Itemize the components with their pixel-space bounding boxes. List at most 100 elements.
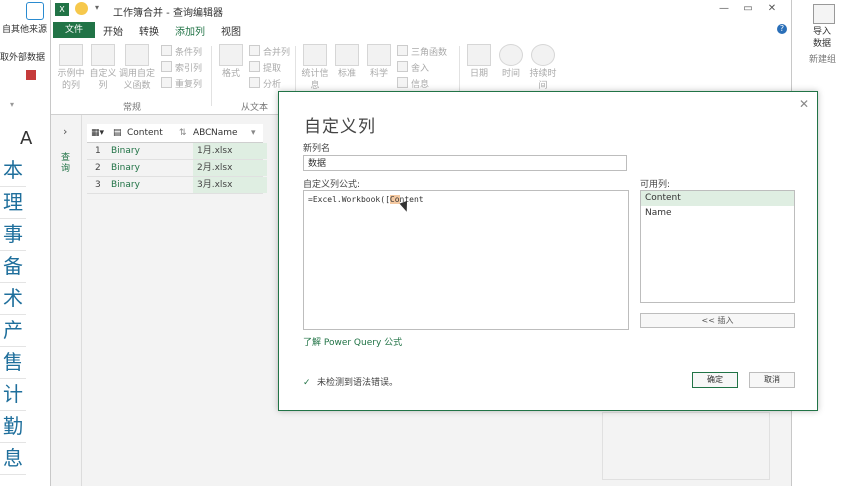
information-button[interactable]: 信息: [397, 77, 429, 90]
ok-button[interactable]: 确定: [692, 372, 738, 388]
expand-column-icon[interactable]: ⇅: [179, 124, 187, 142]
binary-type-icon[interactable]: ▤: [113, 124, 122, 142]
group-general-label: 常规: [123, 103, 142, 113]
conditional-column-button[interactable]: 条件列: [161, 45, 202, 58]
cell[interactable]: 计: [0, 378, 26, 411]
example-column-icon: [59, 44, 83, 66]
tab-transform[interactable]: 转换: [139, 23, 159, 38]
cell[interactable]: 售: [0, 346, 26, 379]
cell[interactable]: 本: [0, 154, 26, 187]
table-row[interactable]: 1 Binary 1月.xlsx: [87, 143, 267, 160]
available-column-name[interactable]: Name: [641, 206, 794, 221]
index-column-icon: [161, 61, 172, 72]
invoke-function-button[interactable]: 调用自定义函数: [117, 44, 157, 92]
statistics-button[interactable]: 统计信息: [299, 44, 331, 92]
learn-power-query-link[interactable]: 了解 Power Query 公式: [303, 335, 402, 348]
table-menu-icon[interactable]: ▦▾: [91, 124, 104, 142]
duration-button[interactable]: 持续时间: [527, 44, 559, 92]
standard-button[interactable]: 标准: [331, 44, 363, 80]
close-icon[interactable]: ✕: [799, 97, 809, 111]
syntax-status: ✓ 未检测到语法错误。: [303, 375, 398, 388]
column-header-name[interactable]: Name: [211, 124, 238, 142]
window-title: 工作簿合并 - 查询编辑器: [113, 8, 223, 19]
quick-access-chevron-icon[interactable]: ▾: [95, 3, 99, 12]
formula-prefix: =Excel.Workbook([: [308, 195, 390, 204]
example-column-button[interactable]: 示例中的列: [55, 44, 87, 92]
parse-icon: [249, 77, 260, 88]
cell[interactable]: 术: [0, 282, 26, 315]
extract-button[interactable]: 提取: [249, 61, 281, 74]
merge-columns-icon: [249, 45, 260, 56]
conditional-column-icon: [161, 45, 172, 56]
tab-home[interactable]: 开始: [103, 23, 123, 38]
formula-editor[interactable]: =Excel.Workbook([Content: [303, 190, 629, 330]
scientific-button[interactable]: 科学: [363, 44, 395, 80]
power-icon: [367, 44, 391, 66]
new-column-name-input[interactable]: 数据: [303, 155, 627, 171]
row-index: 1: [95, 146, 101, 156]
cell-content[interactable]: Binary: [111, 160, 140, 176]
insert-button[interactable]: << 插入: [640, 313, 795, 328]
close-icon[interactable]: ✕: [759, 2, 785, 16]
chevron-down-icon[interactable]: ▾: [10, 100, 14, 109]
time-button[interactable]: 时间: [495, 44, 527, 80]
cell-name[interactable]: 3月.xlsx: [193, 177, 267, 193]
cell-content[interactable]: Binary: [111, 177, 140, 193]
table-header: ▦▾ ▤ Content ⇅ ABC Name ▾: [87, 124, 263, 143]
format-label: 格式: [221, 69, 240, 79]
cell[interactable]: 勤: [0, 410, 26, 443]
save-icon[interactable]: [26, 70, 36, 80]
rounding-button[interactable]: 舍入: [397, 61, 429, 74]
tab-file[interactable]: 文件: [53, 22, 95, 38]
index-column-button[interactable]: 索引列: [161, 61, 202, 74]
info-icon: [397, 77, 408, 88]
cell[interactable]: 备: [0, 250, 26, 283]
merge-columns-button[interactable]: 合并列: [249, 45, 290, 58]
cell[interactable]: 事: [0, 218, 26, 251]
maximize-icon[interactable]: ▭: [735, 2, 761, 16]
cell-content[interactable]: Binary: [111, 143, 140, 159]
parse-button[interactable]: 分析: [249, 77, 281, 90]
example-column-label: 示例中的列: [57, 69, 85, 91]
clock-icon: [499, 44, 523, 66]
trigonometry-button[interactable]: 三角函数: [397, 45, 447, 58]
ext-label-2: 取外部数据: [0, 53, 46, 63]
information-label: 信息: [411, 80, 430, 90]
tab-view[interactable]: 视图: [221, 23, 241, 38]
text-type-icon[interactable]: ABC: [193, 124, 211, 142]
ext-label-1: 自其他来源: [2, 25, 48, 35]
divider: [211, 46, 212, 106]
data-source-icon: [26, 2, 44, 20]
table-row[interactable]: 2 Binary 2月.xlsx: [87, 160, 267, 177]
cancel-button[interactable]: 取消: [749, 372, 795, 388]
cell-name[interactable]: 1月.xlsx: [193, 143, 267, 159]
filter-dropdown-icon[interactable]: ▾: [251, 124, 256, 142]
custom-column-button[interactable]: 自定义列: [87, 44, 119, 92]
table-row[interactable]: 3 Binary 3月.xlsx: [87, 177, 267, 194]
smiley-icon[interactable]: [75, 2, 88, 15]
format-button[interactable]: 格式: [215, 44, 247, 80]
row-index: 3: [95, 180, 101, 190]
date-button[interactable]: 日期: [463, 44, 495, 80]
merge-columns-label: 合并列: [263, 48, 291, 58]
column-header-a[interactable]: A: [20, 128, 32, 149]
queries-pane-label[interactable]: 查询: [61, 153, 71, 175]
dialog-title: 自定义列: [304, 117, 376, 137]
cell[interactable]: 理: [0, 186, 26, 219]
expand-chevron-icon[interactable]: ›: [63, 125, 67, 138]
formula-label: 自定义列公式:: [303, 180, 361, 190]
cell-name[interactable]: 2月.xlsx: [193, 160, 267, 176]
tab-add-column[interactable]: 添加列: [175, 23, 205, 38]
cell[interactable]: 产: [0, 314, 26, 347]
status-text: 未检测到语法错误。: [317, 378, 399, 388]
cell[interactable]: 息: [0, 442, 26, 475]
format-icon: [219, 44, 243, 66]
row-index: 2: [95, 163, 101, 173]
checkmark-icon: ✓: [303, 378, 311, 388]
minimize-icon[interactable]: —: [711, 2, 737, 16]
available-columns-list: Content Name: [640, 190, 795, 303]
available-column-content[interactable]: Content: [641, 191, 794, 206]
duplicate-column-button[interactable]: 重复列: [161, 77, 202, 90]
help-icon[interactable]: ?: [777, 24, 787, 34]
column-header-content[interactable]: Content: [127, 124, 163, 142]
